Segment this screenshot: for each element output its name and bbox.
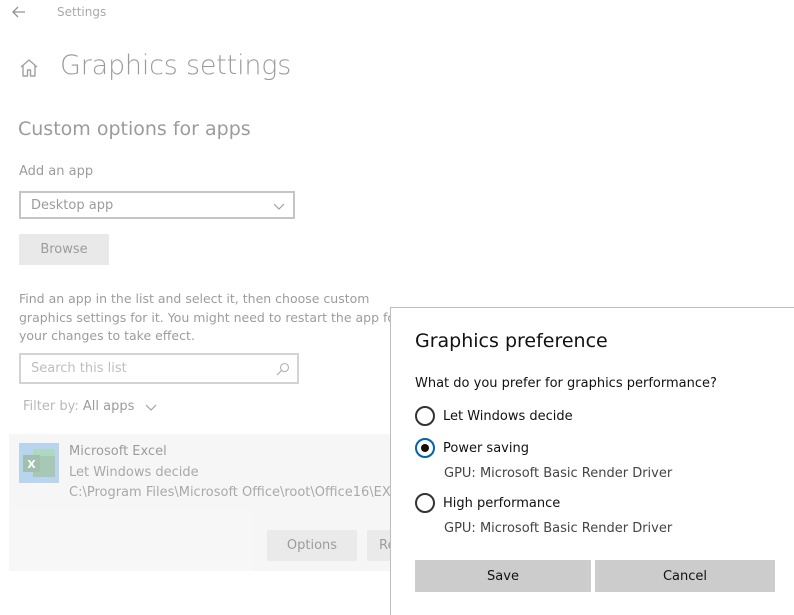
search-icon[interactable] (276, 362, 290, 376)
instructions-text: Find an app in the list and select it, t… (19, 291, 401, 343)
app-path: C:\Program Files\Microsoft Office\root\O… (69, 485, 444, 500)
browse-button[interactable]: Browse (19, 234, 109, 265)
search-placeholder: Search this list (31, 361, 127, 376)
radio-label: Let Windows decide (443, 408, 573, 424)
chevron-down-icon (273, 203, 285, 210)
back-button[interactable] (6, 0, 32, 24)
filter-dropdown[interactable]: Filter by: All apps (23, 399, 157, 414)
excel-icon: X (19, 443, 59, 483)
power-saving-gpu: GPU: Microsoft Basic Render Driver (444, 466, 673, 481)
app-type-dropdown[interactable]: Desktop app (19, 191, 295, 219)
search-input[interactable]: Search this list (19, 353, 299, 384)
radio-button[interactable] (415, 406, 435, 426)
radio-high-performance[interactable]: High performance (415, 492, 560, 514)
cancel-button[interactable]: Cancel (595, 560, 775, 592)
radio-power-saving[interactable]: Power saving (415, 437, 529, 459)
high-performance-gpu: GPU: Microsoft Basic Render Driver (444, 521, 673, 536)
dialog-question: What do you prefer for graphics performa… (415, 376, 717, 391)
options-button[interactable]: Options (267, 530, 357, 561)
home-icon[interactable] (18, 57, 40, 79)
dialog-title: Graphics preference (415, 330, 608, 352)
radio-button-checked[interactable] (415, 438, 435, 458)
save-button[interactable]: Save (415, 560, 591, 592)
page-title: Graphics settings (60, 50, 292, 81)
app-type-dropdown-value: Desktop app (31, 198, 114, 213)
app-list-item[interactable]: X Microsoft Excel Let Windows decide C:\… (9, 434, 444, 571)
add-app-label: Add an app (19, 164, 94, 179)
svg-text:X: X (27, 458, 36, 471)
radio-let-windows-decide[interactable]: Let Windows decide (415, 405, 573, 427)
filter-value: All apps (82, 399, 135, 414)
graphics-preference-dialog: Graphics preference What do you prefer f… (390, 307, 794, 615)
filter-label: Filter by: (23, 399, 79, 414)
chevron-down-icon (145, 404, 156, 411)
app-name: Microsoft Excel (69, 444, 167, 459)
radio-label: High performance (443, 495, 561, 511)
window-title: Settings (57, 5, 107, 19)
section-title: Custom options for apps (18, 118, 251, 140)
app-preference: Let Windows decide (69, 465, 199, 480)
back-arrow-icon (12, 6, 25, 18)
radio-button[interactable] (415, 493, 435, 513)
settings-window: Settings Graphics settings Custom option… (0, 0, 794, 615)
radio-label: Power saving (443, 440, 529, 456)
